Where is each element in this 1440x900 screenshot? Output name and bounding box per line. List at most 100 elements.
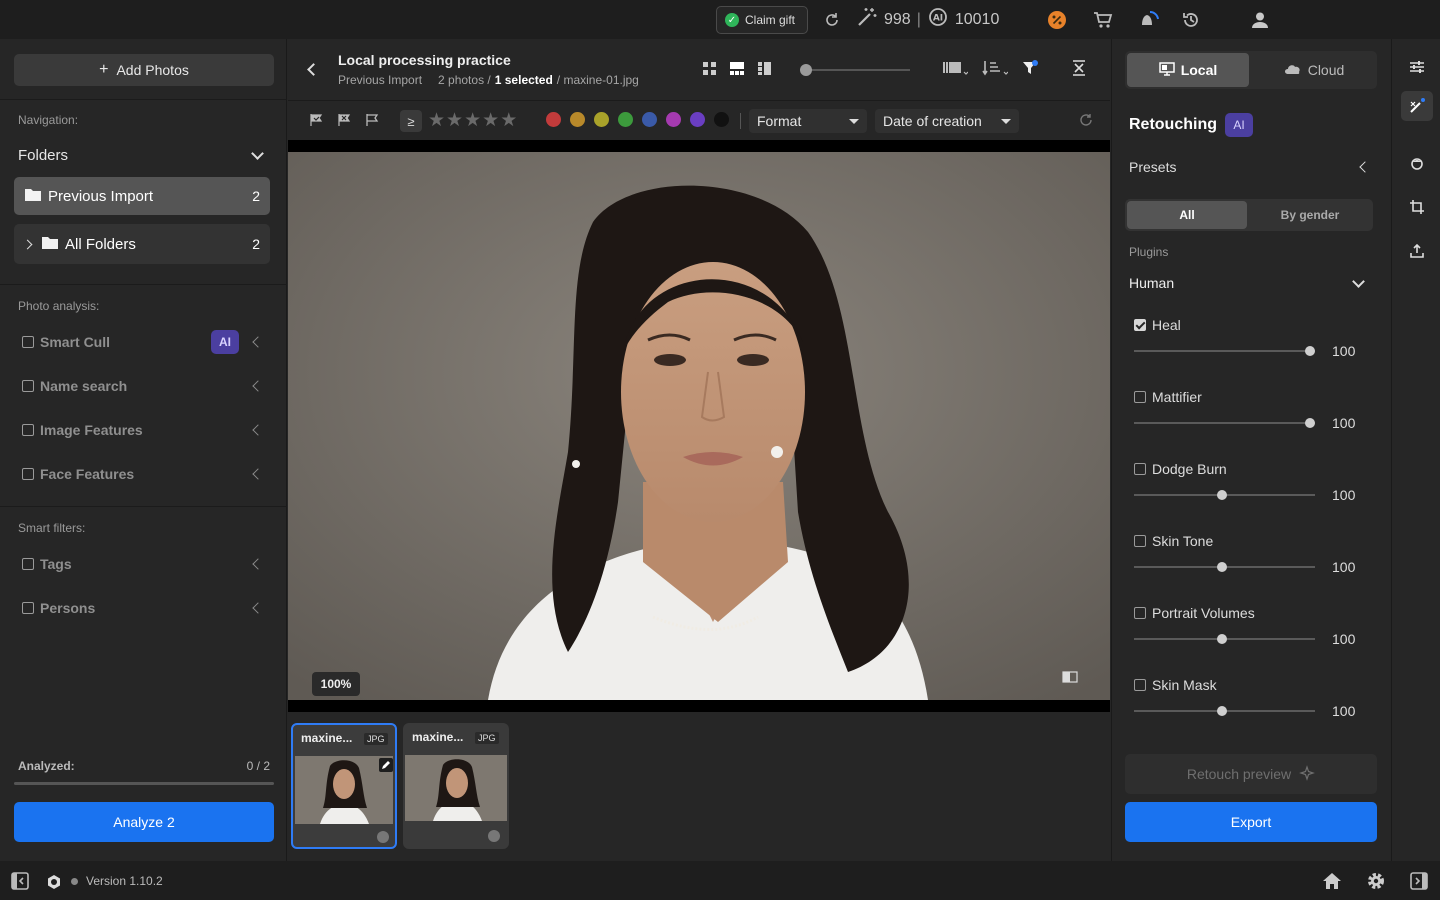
plugin-slider[interactable]: [1134, 350, 1315, 352]
filter-persons[interactable]: Persons: [22, 598, 272, 618]
checkbox[interactable]: [1134, 319, 1146, 331]
color-label-dot[interactable]: [642, 112, 657, 127]
slider-knob[interactable]: [1217, 490, 1227, 500]
checkbox[interactable]: [22, 424, 34, 436]
star-icon[interactable]: ★: [428, 111, 445, 130]
checkbox[interactable]: [22, 558, 34, 570]
share-export-icon[interactable]: [1410, 243, 1424, 261]
plugin-toggle[interactable]: Skin Tone: [1134, 533, 1213, 549]
zoom-level-badge[interactable]: 100%: [312, 672, 360, 696]
chevron-left-icon[interactable]: [252, 380, 264, 392]
folder-previous-import[interactable]: Previous Import 2: [14, 177, 270, 215]
settings-gear-icon[interactable]: [1366, 871, 1386, 894]
flag-reject-icon[interactable]: [337, 113, 351, 130]
notifications-icon[interactable]: [1136, 0, 1162, 39]
sort-icon[interactable]: [982, 60, 1009, 79]
history-icon[interactable]: [1180, 0, 1202, 39]
checkbox[interactable]: [1134, 463, 1146, 475]
status-dot-icon[interactable]: [488, 830, 500, 842]
star-icon[interactable]: ★: [500, 111, 517, 130]
plugin-toggle[interactable]: Heal: [1134, 317, 1181, 333]
compare-view-icon[interactable]: [757, 61, 772, 79]
chevron-left-icon[interactable]: [252, 602, 264, 614]
before-after-icon[interactable]: [1062, 670, 1078, 686]
chevron-left-icon[interactable]: [252, 468, 264, 480]
date-dropdown[interactable]: Date of creation: [875, 109, 1019, 133]
filter-smart-cull[interactable]: Smart Cull AI: [22, 330, 272, 354]
color-label-dot[interactable]: [618, 112, 633, 127]
plugin-group-dropdown[interactable]: Human: [1129, 274, 1369, 291]
filmstrip-view-icon[interactable]: [729, 61, 745, 79]
collapse-vertical-icon[interactable]: [1072, 60, 1086, 79]
analyze-button[interactable]: Analyze 2: [14, 802, 274, 842]
color-label-dot[interactable]: [690, 112, 705, 127]
tab-local[interactable]: Local: [1127, 53, 1249, 87]
tab-by-gender[interactable]: By gender: [1249, 201, 1371, 229]
plugin-toggle[interactable]: Mattifier: [1134, 389, 1202, 405]
main-photo-viewer[interactable]: 100%: [288, 152, 1110, 700]
color-label-dot[interactable]: [666, 112, 681, 127]
checkbox[interactable]: [1134, 535, 1146, 547]
flag-unflagged-icon[interactable]: [365, 113, 379, 130]
group-icon[interactable]: [942, 60, 969, 79]
checkbox[interactable]: [1134, 607, 1146, 619]
color-label-dot[interactable]: [546, 112, 561, 127]
filter-name-search[interactable]: Name search: [22, 376, 272, 396]
status-dot-icon[interactable]: [377, 831, 389, 843]
crop-tool-icon[interactable]: [1410, 200, 1424, 217]
chevron-left-icon[interactable]: [252, 558, 264, 570]
star-icon[interactable]: ★: [446, 111, 463, 130]
collapse-left-panel-icon[interactable]: [11, 872, 29, 893]
star-icon[interactable]: ★: [482, 111, 499, 130]
color-label-dot[interactable]: [594, 112, 609, 127]
checkbox[interactable]: [22, 336, 34, 348]
claim-gift-button[interactable]: ✓ Claim gift: [716, 6, 808, 34]
checkbox[interactable]: [1134, 679, 1146, 691]
format-dropdown[interactable]: Format: [749, 109, 867, 133]
retouch-preview-button[interactable]: Retouch preview: [1125, 754, 1377, 794]
cart-icon[interactable]: [1092, 0, 1114, 39]
checkbox[interactable]: [22, 468, 34, 480]
reset-filters-icon[interactable]: [1079, 113, 1093, 130]
filter-image-features[interactable]: Image Features: [22, 420, 272, 440]
tab-all[interactable]: All: [1127, 201, 1247, 229]
folder-all-folders[interactable]: All Folders 2: [14, 224, 270, 264]
presets-row[interactable]: Presets: [1129, 159, 1371, 175]
thumbnail[interactable]: maxine... JPG: [403, 723, 509, 849]
color-label-dot[interactable]: [570, 112, 585, 127]
breadcrumb-folder[interactable]: Previous Import: [338, 73, 422, 87]
star-icon[interactable]: ★: [464, 111, 481, 130]
plugin-toggle[interactable]: Dodge Burn: [1134, 461, 1227, 477]
back-button[interactable]: [306, 59, 320, 79]
flag-pick-icon[interactable]: [309, 113, 323, 130]
tab-cloud[interactable]: Cloud: [1253, 53, 1375, 87]
add-photos-button[interactable]: + Add Photos: [14, 54, 274, 86]
checkbox[interactable]: [22, 380, 34, 392]
chevron-left-icon[interactable]: [252, 424, 264, 436]
plugin-toggle[interactable]: Skin Mask: [1134, 677, 1217, 693]
slider-knob[interactable]: [1217, 706, 1227, 716]
star-rating-filter[interactable]: ★ ★ ★ ★ ★: [428, 111, 517, 130]
slider-knob[interactable]: [1305, 418, 1315, 428]
collapse-right-panel-icon[interactable]: [1410, 872, 1428, 893]
chevron-left-icon[interactable]: [252, 336, 264, 348]
plugin-slider[interactable]: [1134, 422, 1315, 424]
discount-badge-icon[interactable]: [1046, 0, 1068, 39]
folders-dropdown[interactable]: Folders: [18, 145, 268, 165]
export-button[interactable]: Export: [1125, 802, 1377, 842]
filter-funnel-icon[interactable]: [1022, 60, 1038, 79]
refresh-icon[interactable]: [822, 0, 842, 39]
plugin-toggle[interactable]: Portrait Volumes: [1134, 605, 1255, 621]
grid-view-icon[interactable]: [702, 61, 717, 79]
chevron-right-icon[interactable]: [22, 239, 33, 249]
slider-knob[interactable]: [800, 64, 812, 76]
mask-tool-icon[interactable]: [1410, 157, 1424, 174]
thumbnail-size-slider[interactable]: [800, 64, 910, 76]
slider-knob[interactable]: [1305, 346, 1315, 356]
thumbnail-selected[interactable]: maxine... JPG: [291, 723, 397, 849]
filter-face-features[interactable]: Face Features: [22, 464, 272, 484]
credits-counter[interactable]: 998 | AI 10010: [856, 0, 999, 39]
rating-operator-button[interactable]: ≥: [400, 110, 422, 132]
slider-knob[interactable]: [1217, 562, 1227, 572]
color-label-dot[interactable]: [714, 112, 729, 127]
